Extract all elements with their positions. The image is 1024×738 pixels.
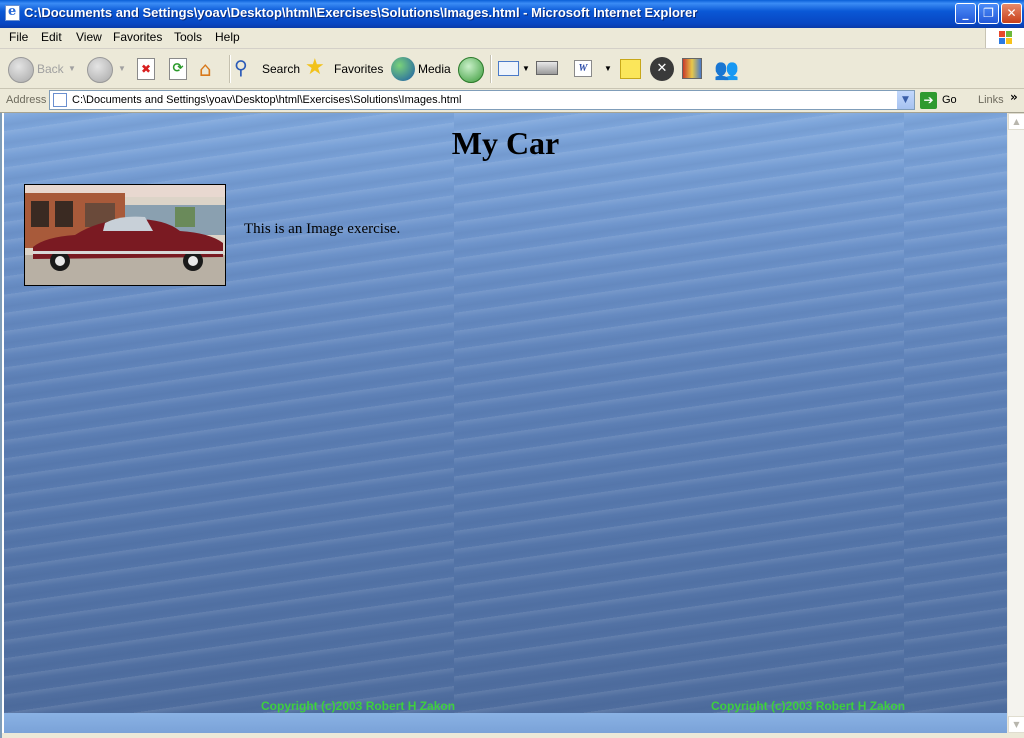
car-image xyxy=(24,184,226,286)
history-icon xyxy=(458,57,484,83)
media-globe-icon xyxy=(391,57,415,81)
favorites-label: Favorites xyxy=(334,62,384,76)
star-icon: ★ xyxy=(305,55,325,80)
stop-icon: ✖ xyxy=(137,58,155,80)
menu-favorites[interactable]: Favorites xyxy=(113,30,162,44)
menu-help[interactable]: Help xyxy=(215,30,240,44)
address-bar: Address C:\Documents and Settings\yoav\D… xyxy=(0,89,1024,113)
refresh-icon: ⟳ xyxy=(169,58,187,80)
back-dropdown-icon[interactable]: ▼ xyxy=(68,64,76,73)
menu-edit[interactable]: Edit xyxy=(41,30,62,44)
copyright-text: Copyright (c)2003 Robert H Zakon xyxy=(261,699,456,713)
links-chevron-icon[interactable]: » xyxy=(1010,90,1018,104)
ie-page-icon xyxy=(5,4,20,21)
messenger-people-icon: 👥 xyxy=(714,57,739,81)
messenger-button[interactable]: 👥 xyxy=(714,55,742,83)
home-icon: ⌂ xyxy=(199,57,212,81)
restore-button[interactable]: ❐ xyxy=(978,3,999,24)
scroll-up-button[interactable]: ▲ xyxy=(1008,113,1024,130)
address-input[interactable]: C:\Documents and Settings\yoav\Desktop\h… xyxy=(49,90,915,110)
forward-dropdown-icon[interactable]: ▼ xyxy=(118,64,126,73)
toolbar-separator xyxy=(229,55,231,83)
menu-view[interactable]: View xyxy=(76,30,102,44)
back-label: Back xyxy=(37,62,64,76)
scroll-down-button[interactable]: ▼ xyxy=(1008,716,1024,733)
media-label: Media xyxy=(418,62,451,76)
water-background xyxy=(904,113,1007,713)
messenger-block-button[interactable]: ✕ xyxy=(650,55,676,83)
block-icon: ✕ xyxy=(650,57,674,81)
toolbar-separator xyxy=(490,55,492,83)
title-bar: C:\Documents and Settings\yoav\Desktop\h… xyxy=(0,0,1024,28)
close-button[interactable]: ✕ xyxy=(1001,3,1022,24)
mail-icon xyxy=(498,61,519,76)
go-arrow-icon: ➔ xyxy=(920,92,937,109)
stop-button[interactable]: ✖ xyxy=(136,55,158,83)
print-button[interactable] xyxy=(535,55,561,83)
windows-logo-icon xyxy=(985,28,1024,48)
menu-tools[interactable]: Tools xyxy=(174,30,202,44)
body-text: This is an Image exercise. xyxy=(244,221,401,237)
web-page: My Car This is an Image exercise. Copyri… xyxy=(4,113,1007,733)
water-background xyxy=(904,713,1007,733)
car-photo xyxy=(25,185,225,285)
mail-dropdown-icon[interactable]: ▼ xyxy=(522,64,530,73)
home-button[interactable]: ⌂ xyxy=(197,55,223,83)
go-label: Go xyxy=(942,94,957,106)
page-icon xyxy=(53,93,67,107)
back-button[interactable]: Back ▼ xyxy=(8,55,80,83)
standard-toolbar: Back ▼ ▼ ✖ ⟳ ⌂ ⚲ Search ★ Favorites Medi… xyxy=(0,49,1024,89)
minimize-button[interactable]: _ xyxy=(955,3,976,24)
menu-file[interactable]: File xyxy=(9,30,28,44)
water-background xyxy=(454,113,904,713)
search-label: Search xyxy=(262,62,301,76)
note-icon xyxy=(620,59,641,79)
research-button[interactable] xyxy=(681,55,707,83)
forward-button[interactable]: ▼ xyxy=(87,55,127,83)
copyright-text: Copyright (c)2003 Robert H Zakon xyxy=(711,699,906,713)
vertical-scrollbar[interactable]: ▲ ▼ xyxy=(1007,113,1024,735)
water-background xyxy=(454,713,904,733)
word-edit-icon: W xyxy=(574,60,592,77)
edit-button[interactable]: W ▼ xyxy=(573,55,613,83)
links-label[interactable]: Links xyxy=(978,94,1004,106)
printer-icon xyxy=(536,61,558,75)
window-title: C:\Documents and Settings\yoav\Desktop\h… xyxy=(24,5,698,20)
favorites-button[interactable]: ★ Favorites xyxy=(305,55,383,83)
mail-button[interactable]: ▼ xyxy=(497,55,530,83)
menu-bar: File Edit View Favorites Tools Help xyxy=(0,28,1024,49)
search-button[interactable]: ⚲ Search xyxy=(234,55,301,83)
address-label: Address xyxy=(6,94,47,106)
back-arrow-icon xyxy=(8,57,34,83)
history-button[interactable] xyxy=(458,55,484,83)
refresh-button[interactable]: ⟳ xyxy=(168,55,190,83)
search-icon: ⚲ xyxy=(234,57,248,79)
address-dropdown-icon[interactable]: ▼ xyxy=(896,91,914,109)
edit-dropdown-icon[interactable]: ▼ xyxy=(604,64,612,73)
research-books-icon xyxy=(682,58,702,79)
discuss-button[interactable] xyxy=(619,55,643,83)
browser-viewport: My Car This is an Image exercise. Copyri… xyxy=(0,113,1024,738)
go-button[interactable]: ➔ Go xyxy=(920,91,972,110)
water-background xyxy=(4,713,454,733)
media-button[interactable]: Media xyxy=(391,55,451,83)
forward-arrow-icon xyxy=(87,57,113,83)
status-bar xyxy=(2,733,1024,738)
page-heading: My Car xyxy=(451,125,560,161)
address-url[interactable]: C:\Documents and Settings\yoav\Desktop\h… xyxy=(72,94,461,106)
